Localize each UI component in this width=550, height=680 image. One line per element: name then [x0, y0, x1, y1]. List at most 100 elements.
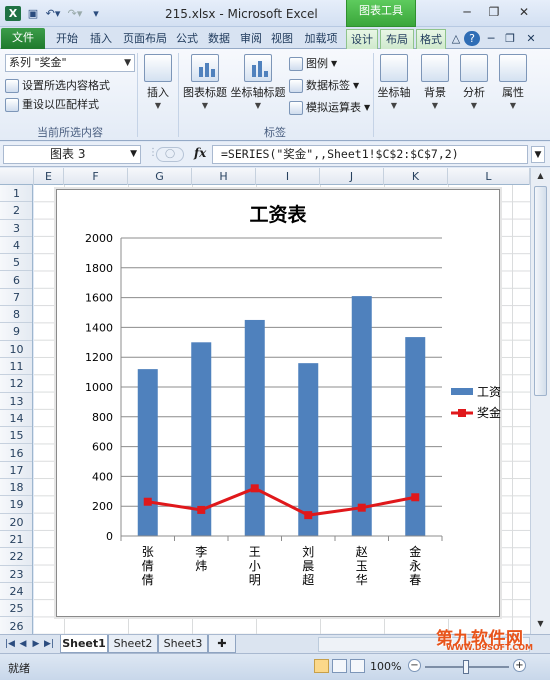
first-sheet-icon[interactable]: |◀: [4, 637, 16, 651]
tab-format[interactable]: 格式: [416, 29, 446, 49]
workbook-close-icon[interactable]: ✕: [524, 29, 538, 49]
tab-home[interactable]: 开始: [52, 29, 82, 49]
customize-qat-icon[interactable]: ▾: [90, 5, 102, 22]
series-marker-奖金[interactable]: [250, 484, 259, 493]
properties-button[interactable]: 属性 ▼: [496, 54, 530, 110]
insert-sheet-icon[interactable]: ✚: [208, 635, 236, 653]
column-header[interactable]: H: [192, 168, 256, 185]
minimize-icon[interactable]: ─: [456, 3, 478, 21]
tab-formulas[interactable]: 公式: [173, 29, 201, 49]
column-header[interactable]: E: [34, 168, 64, 185]
zoom-in-icon[interactable]: +: [513, 659, 526, 672]
row-header[interactable]: 1: [0, 185, 32, 203]
data-table-button[interactable]: 模拟运算表 ▼: [289, 99, 370, 117]
series-marker-奖金[interactable]: [357, 503, 366, 512]
tab-data[interactable]: 数据: [205, 29, 233, 49]
series-marker-奖金[interactable]: [304, 511, 313, 520]
bar-工资[interactable]: [137, 369, 158, 536]
zoom-out-icon[interactable]: −: [408, 659, 421, 672]
tab-insert[interactable]: 插入: [86, 29, 116, 49]
row-header[interactable]: 19: [0, 496, 32, 514]
formula-input[interactable]: =SERIES("奖金",,Sheet1!$C$2:$C$7,2): [212, 145, 528, 164]
series-line-奖金[interactable]: [147, 486, 416, 517]
close-icon[interactable]: ✕: [513, 3, 535, 21]
row-header[interactable]: 4: [0, 237, 32, 255]
format-selection-button[interactable]: 设置所选内容格式: [5, 77, 110, 94]
workbook-minimize-icon[interactable]: ─: [484, 29, 498, 49]
last-sheet-icon[interactable]: ▶|: [43, 637, 55, 651]
insert-function-button[interactable]: fx: [194, 146, 206, 160]
sheet-tab-sheet1[interactable]: Sheet1: [60, 635, 108, 653]
scroll-down-icon[interactable]: ▼: [531, 616, 550, 632]
save-icon[interactable]: ▣: [26, 5, 40, 22]
data-labels-button[interactable]: 数据标签 ▼: [289, 77, 359, 95]
normal-view-icon[interactable]: [314, 659, 329, 673]
row-header[interactable]: 3: [0, 220, 32, 237]
row-header[interactable]: 7: [0, 289, 32, 307]
chart-title-button[interactable]: 图表标题 ▼: [180, 54, 230, 110]
bar-工资[interactable]: [405, 337, 426, 536]
row-header[interactable]: 11: [0, 358, 32, 376]
row-header[interactable]: 8: [0, 306, 32, 324]
tab-file[interactable]: 文件: [1, 28, 45, 49]
row-header[interactable]: 20: [0, 514, 32, 531]
row-header[interactable]: 26: [0, 618, 32, 634]
row-header[interactable]: 15: [0, 427, 32, 445]
chart-elements-dropdown[interactable]: 系列 "奖金" ▼: [5, 54, 135, 72]
row-header[interactable]: 24: [0, 583, 32, 601]
vertical-scroll-thumb[interactable]: [534, 186, 547, 396]
minimize-ribbon-icon[interactable]: △: [450, 29, 462, 49]
row-header[interactable]: 25: [0, 600, 32, 618]
page-layout-view-icon[interactable]: [332, 659, 347, 673]
series-marker-奖金[interactable]: [197, 505, 206, 514]
column-header[interactable]: I: [256, 168, 320, 185]
workbook-restore-icon[interactable]: ❐: [503, 29, 517, 49]
row-header[interactable]: 6: [0, 272, 32, 289]
name-box[interactable]: 图表 3 ▼: [3, 145, 141, 164]
row-header[interactable]: 16: [0, 445, 32, 462]
tab-addins[interactable]: 加载项: [300, 29, 342, 49]
vertical-scrollbar[interactable]: ▲ ▼: [530, 168, 550, 634]
next-sheet-icon[interactable]: ▶: [30, 637, 42, 651]
row-header[interactable]: 12: [0, 375, 32, 393]
insert-button[interactable]: 插入 ▼: [141, 54, 175, 110]
sheet-tab-sheet2[interactable]: Sheet2: [108, 635, 158, 653]
legend-button[interactable]: 图例 ▼: [289, 55, 337, 73]
tab-layout[interactable]: 布局: [380, 29, 414, 50]
series-marker-奖金[interactable]: [143, 497, 152, 506]
axes-button[interactable]: 坐标轴 ▼: [377, 54, 411, 110]
tab-design[interactable]: 设计: [346, 29, 378, 49]
column-header[interactable]: J: [320, 168, 384, 185]
help-icon[interactable]: ?: [464, 31, 480, 46]
analysis-button[interactable]: 分析 ▼: [457, 54, 491, 110]
column-header[interactable]: G: [128, 168, 192, 185]
row-header[interactable]: 23: [0, 566, 32, 583]
row-header[interactable]: 14: [0, 410, 32, 428]
zoom-slider-thumb[interactable]: [463, 660, 469, 674]
row-header[interactable]: 5: [0, 254, 32, 272]
sheet-tab-sheet3[interactable]: Sheet3: [158, 635, 208, 653]
select-all-corner[interactable]: [0, 168, 34, 185]
chart-plot-area[interactable]: 0 200 400 600 800 1000 1200 1400 1600 1800 2000 张倩倩…: [57, 190, 501, 618]
row-header[interactable]: 13: [0, 393, 32, 410]
column-header[interactable]: F: [64, 168, 128, 185]
bar-工资[interactable]: [351, 296, 372, 536]
row-header[interactable]: 22: [0, 548, 32, 566]
row-header[interactable]: 2: [0, 202, 32, 220]
redo-icon[interactable]: ↷▾: [66, 5, 84, 22]
background-button[interactable]: 背景 ▼: [418, 54, 452, 110]
column-header[interactable]: K: [384, 168, 448, 185]
row-header[interactable]: 9: [0, 323, 32, 341]
excel-app-icon[interactable]: X: [5, 6, 21, 21]
undo-icon[interactable]: ↶▾: [44, 5, 62, 22]
prev-sheet-icon[interactable]: ◀: [17, 637, 29, 651]
series-marker-奖金[interactable]: [411, 493, 420, 502]
row-header[interactable]: 21: [0, 531, 32, 549]
row-header[interactable]: 18: [0, 479, 32, 497]
reset-to-match-style-button[interactable]: 重设以匹配样式: [5, 96, 99, 113]
restore-icon[interactable]: ❐: [483, 3, 505, 21]
row-header[interactable]: 10: [0, 341, 32, 358]
axis-titles-button[interactable]: 坐标轴标题 ▼: [229, 54, 287, 110]
tab-review[interactable]: 审阅: [237, 29, 265, 49]
zoom-level[interactable]: 100%: [370, 660, 401, 673]
